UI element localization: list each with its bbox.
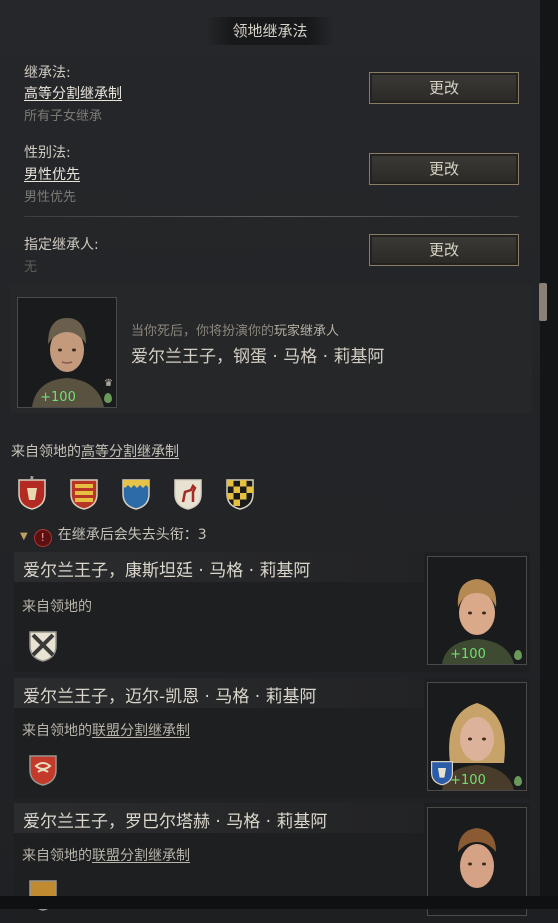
crown-icon: ♛ [104, 378, 113, 389]
bottom-bar [0, 896, 558, 909]
droplet-icon [514, 776, 522, 786]
coat-of-arms-icon [431, 761, 453, 786]
heir-from-law[interactable]: 联盟分割继承制 [92, 848, 190, 864]
heir-from-realm: 来自领地的 [22, 596, 92, 616]
player-heir-name[interactable]: 爱尔兰王子，钢蛋 · 马格 · 莉基阿 [131, 342, 384, 367]
coat-of-arms-icon[interactable]: ♛ [17, 476, 47, 510]
from-realm-prefix: 来自领地的 [11, 444, 81, 460]
from-realm-line: 来自领地的高等分割继承制 [11, 441, 179, 461]
droplet-icon [514, 650, 522, 660]
change-gender-law-button[interactable]: 更改 [369, 153, 519, 185]
coat-of-arms-icon[interactable] [28, 752, 58, 786]
change-designated-heir-button[interactable]: 更改 [369, 234, 519, 266]
gender-law-desc: 男性优先 [24, 190, 77, 205]
scrollbar-track[interactable] [540, 0, 558, 909]
change-succession-button[interactable]: 更改 [369, 72, 519, 104]
warning-icon: ! [33, 529, 52, 547]
heir-from-prefix: 来自领地的 [22, 723, 92, 739]
titles-lost-line[interactable]: ▼! 在继承后会失去头衔：3 [20, 524, 207, 547]
heir-name[interactable]: 爱尔兰王子，康斯坦廷 · 马格 · 莉基阿 [23, 556, 310, 581]
player-heir-opinion: +100 [40, 390, 76, 405]
heir-from-realm: 来自领地的联盟分割继承制 [22, 845, 190, 865]
designated-heir-label: 指定继承人: [24, 237, 99, 253]
heir-from-prefix: 来自领地的 [22, 599, 92, 615]
succession-law-desc: 所有子女继承 [24, 109, 103, 124]
collapse-arrow-icon[interactable]: ▼ [20, 531, 28, 542]
section-title: 领地继承法 [206, 17, 334, 45]
heir-name[interactable]: 爱尔兰王子，迈尔-凯恩 · 马格 · 莉基阿 [23, 682, 317, 707]
from-realm-law[interactable]: 高等分割继承制 [81, 444, 179, 460]
coat-of-arms-icon[interactable] [173, 476, 203, 510]
coat-of-arms-icon[interactable] [28, 628, 58, 662]
heir-from-prefix: 来自领地的 [22, 848, 92, 864]
heir-opinion: +100 [450, 647, 486, 662]
heir-name[interactable]: 爱尔兰王子，罗巴尔塔赫 · 马格 · 莉基阿 [23, 807, 327, 832]
droplet-icon [104, 393, 112, 403]
heir-card[interactable]: 爱尔兰王子，康斯坦廷 · 马格 · 莉基阿 来自领地的 +100 [14, 552, 530, 672]
heir-portrait[interactable]: +100 [427, 682, 527, 791]
coat-of-arms-icon[interactable] [121, 476, 151, 510]
scrollbar-thumb[interactable] [539, 283, 547, 321]
svg-text:♛: ♛ [29, 476, 34, 481]
coat-of-arms-icon[interactable] [225, 476, 255, 510]
divider [24, 216, 519, 217]
titles-lost-text: 在继承后会失去头衔：3 [57, 527, 207, 543]
heir-from-realm: 来自领地的联盟分割继承制 [22, 720, 190, 740]
designated-heir-value: 无 [24, 260, 38, 275]
player-heir-note-prefix: 当你死后，你将扮演你的 [131, 324, 275, 339]
succession-law-label: 继承法: [24, 65, 71, 81]
player-heir-note: 当你死后，你将扮演你的玩家继承人 [131, 320, 339, 339]
gender-law-label: 性别法: [24, 145, 71, 161]
heir-portrait[interactable]: +100 [427, 556, 527, 665]
heir-from-law[interactable]: 联盟分割继承制 [92, 723, 190, 739]
player-heir-portrait[interactable]: +100 ♛ [17, 297, 117, 408]
succession-law-value[interactable]: 高等分割继承制 [24, 83, 122, 103]
gender-law-value[interactable]: 男性优先 [24, 164, 80, 184]
player-heir-link[interactable]: 玩家继承人 [274, 324, 339, 339]
heir-card[interactable]: 爱尔兰王子，迈尔-凯恩 · 马格 · 莉基阿 来自领地的联盟分割继承制 +100 [14, 678, 530, 798]
coat-of-arms-icon[interactable] [69, 476, 99, 510]
